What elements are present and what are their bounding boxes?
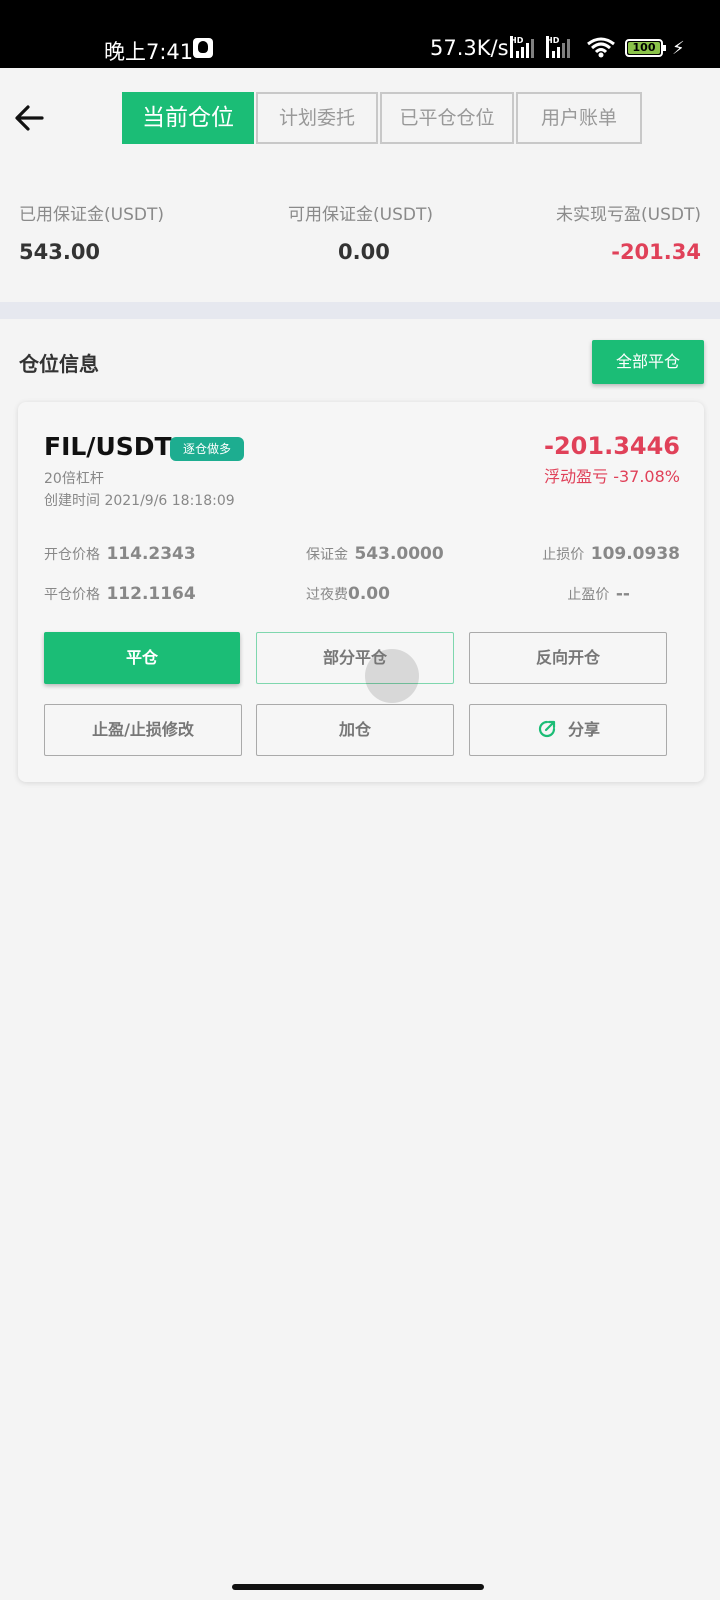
tp-sl-modify-button[interactable]: 止盈/止损修改 [44,704,242,756]
overnight-fee-label: 过夜费 [306,587,348,603]
status-bar: 晚上7:41 57.3K/s HD HD 100 ⚡ [0,0,720,68]
take-profit-label: 止盈价 [567,587,610,603]
close-price-field: 平仓价格 112.1164 [44,584,196,604]
tab-bar: 当前仓位 计划委托 已平仓仓位 用户账单 [122,92,644,144]
stop-loss-value: 109.0938 [590,544,680,564]
unrealized-pnl-value: -201.34 [611,240,701,264]
share-button[interactable]: 分享 [469,704,667,756]
section-title: 仓位信息 [19,352,99,376]
section-divider [0,302,720,319]
share-icon [538,720,556,737]
open-price-field: 开仓价格 114.2343 [44,544,196,564]
wifi-icon [587,37,615,58]
position-card: FIL/USDT 逐仓做多 20倍杠杆 创建时间 2021/9/6 18:18:… [18,402,704,782]
margin-field: 保证金 543.0000 [306,544,444,564]
add-position-button[interactable]: 加仓 [256,704,454,756]
used-margin-value: 543.00 [19,240,101,264]
charging-icon: ⚡ [672,38,685,59]
share-label: 分享 [567,720,600,739]
status-net-speed: 57.3K/s [430,36,509,60]
available-margin-label: 可用保证金(USDT) [288,205,433,225]
stop-loss-field: 止损价 109.0938 [542,544,680,564]
created-time: 创建时间 2021/9/6 18:18:09 [44,493,235,509]
open-price-value: 114.2343 [106,544,196,564]
close-all-button[interactable]: 全部平仓 [592,340,704,384]
tab-plan-orders[interactable]: 计划委托 [256,92,378,144]
signal-icon: HD [510,36,534,58]
battery-level: 100 [628,42,660,54]
close-price-value: 112.1164 [106,584,196,604]
margin-value: 543.0000 [354,544,444,564]
take-profit-value: -- [615,584,630,604]
tab-current-positions[interactable]: 当前仓位 [122,92,254,144]
tab-closed-positions[interactable]: 已平仓仓位 [380,92,514,144]
status-time: 晚上7:41 [104,40,194,64]
used-margin-label: 已用保证金(USDT) [19,205,164,225]
close-price-label: 平仓价格 [44,587,100,603]
arrow-left-icon[interactable] [10,98,50,138]
qq-icon [193,38,213,58]
position-type-badge: 逐仓做多 [170,437,244,461]
reverse-open-button[interactable]: 反向开仓 [469,632,667,684]
partial-close-button[interactable]: 部分平仓 [256,632,454,703]
gesture-nav-bar[interactable] [232,1584,484,1590]
account-summary: 已用保证金(USDT) 543.00 可用保证金(USDT) 0.00 未实现亏… [0,200,720,280]
tab-user-bill[interactable]: 用户账单 [516,92,642,144]
leverage-text: 20倍杠杆 [44,471,104,487]
signal-icon-2: HD [546,36,570,58]
close-position-button[interactable]: 平仓 [44,632,240,684]
position-pnl: -201.3446 [544,432,680,460]
battery-icon: 100 [625,39,666,57]
take-profit-field: 止盈价 -- [567,584,630,604]
floating-pnl-label: 浮动盈亏 -37.08% [544,467,680,486]
overnight-fee-value: 0.00 [348,584,390,604]
available-margin-value: 0.00 [338,240,390,264]
trading-pair: FIL/USDT [44,432,172,461]
partial-close-label: 部分平仓 [322,648,387,667]
stop-loss-label: 止损价 [542,547,585,563]
overnight-fee-field: 过夜费0.00 [306,584,390,604]
margin-label: 保证金 [306,547,348,563]
open-price-label: 开仓价格 [44,547,100,563]
unrealized-pnl-label: 未实现亏盈(USDT) [556,205,701,225]
